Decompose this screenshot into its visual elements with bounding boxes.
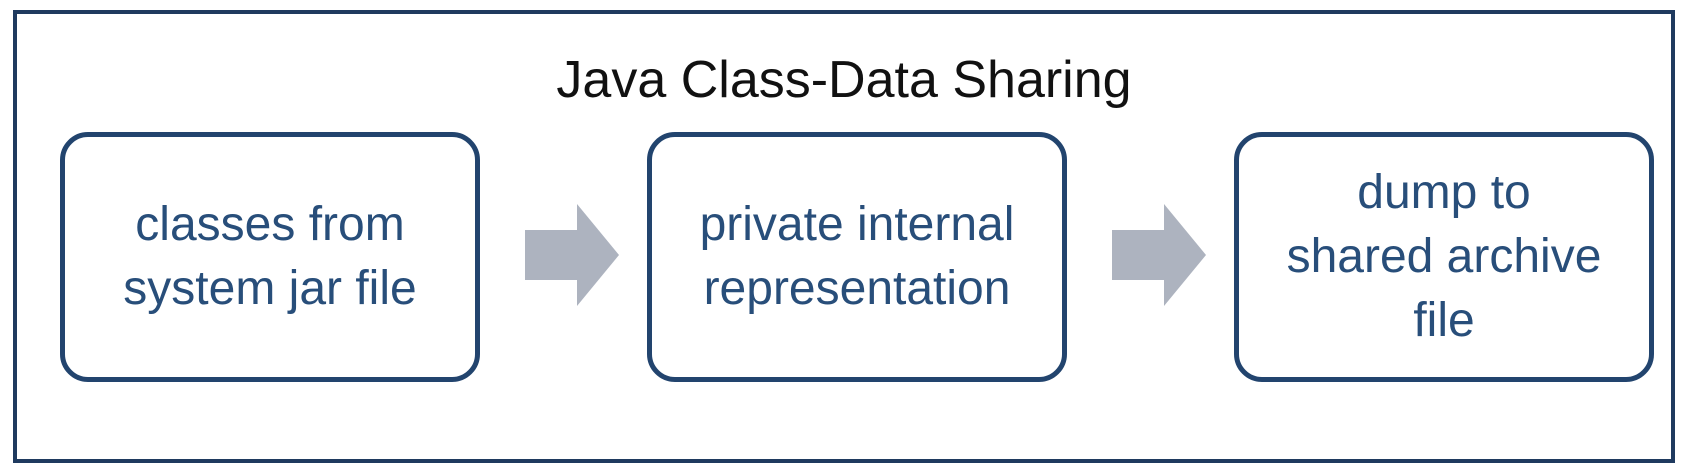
- diagram-title: Java Class-Data Sharing: [556, 51, 1132, 109]
- step-box-dump-to-shared-archive: dump to shared archive file: [1234, 132, 1654, 382]
- right-arrow-icon: [1112, 204, 1206, 306]
- step-label: dump to shared archive file: [1286, 166, 1602, 347]
- step-box-private-internal-representation: private internal representation: [647, 132, 1067, 382]
- step-label: private internal representation: [699, 198, 1015, 315]
- step-box-classes-from-system-jar: classes from system jar file: [60, 132, 480, 382]
- diagram-frame: Java Class-Data Sharing classes from sys…: [13, 10, 1675, 463]
- right-arrow-icon: [525, 204, 619, 306]
- step-label: classes from system jar file: [123, 198, 417, 315]
